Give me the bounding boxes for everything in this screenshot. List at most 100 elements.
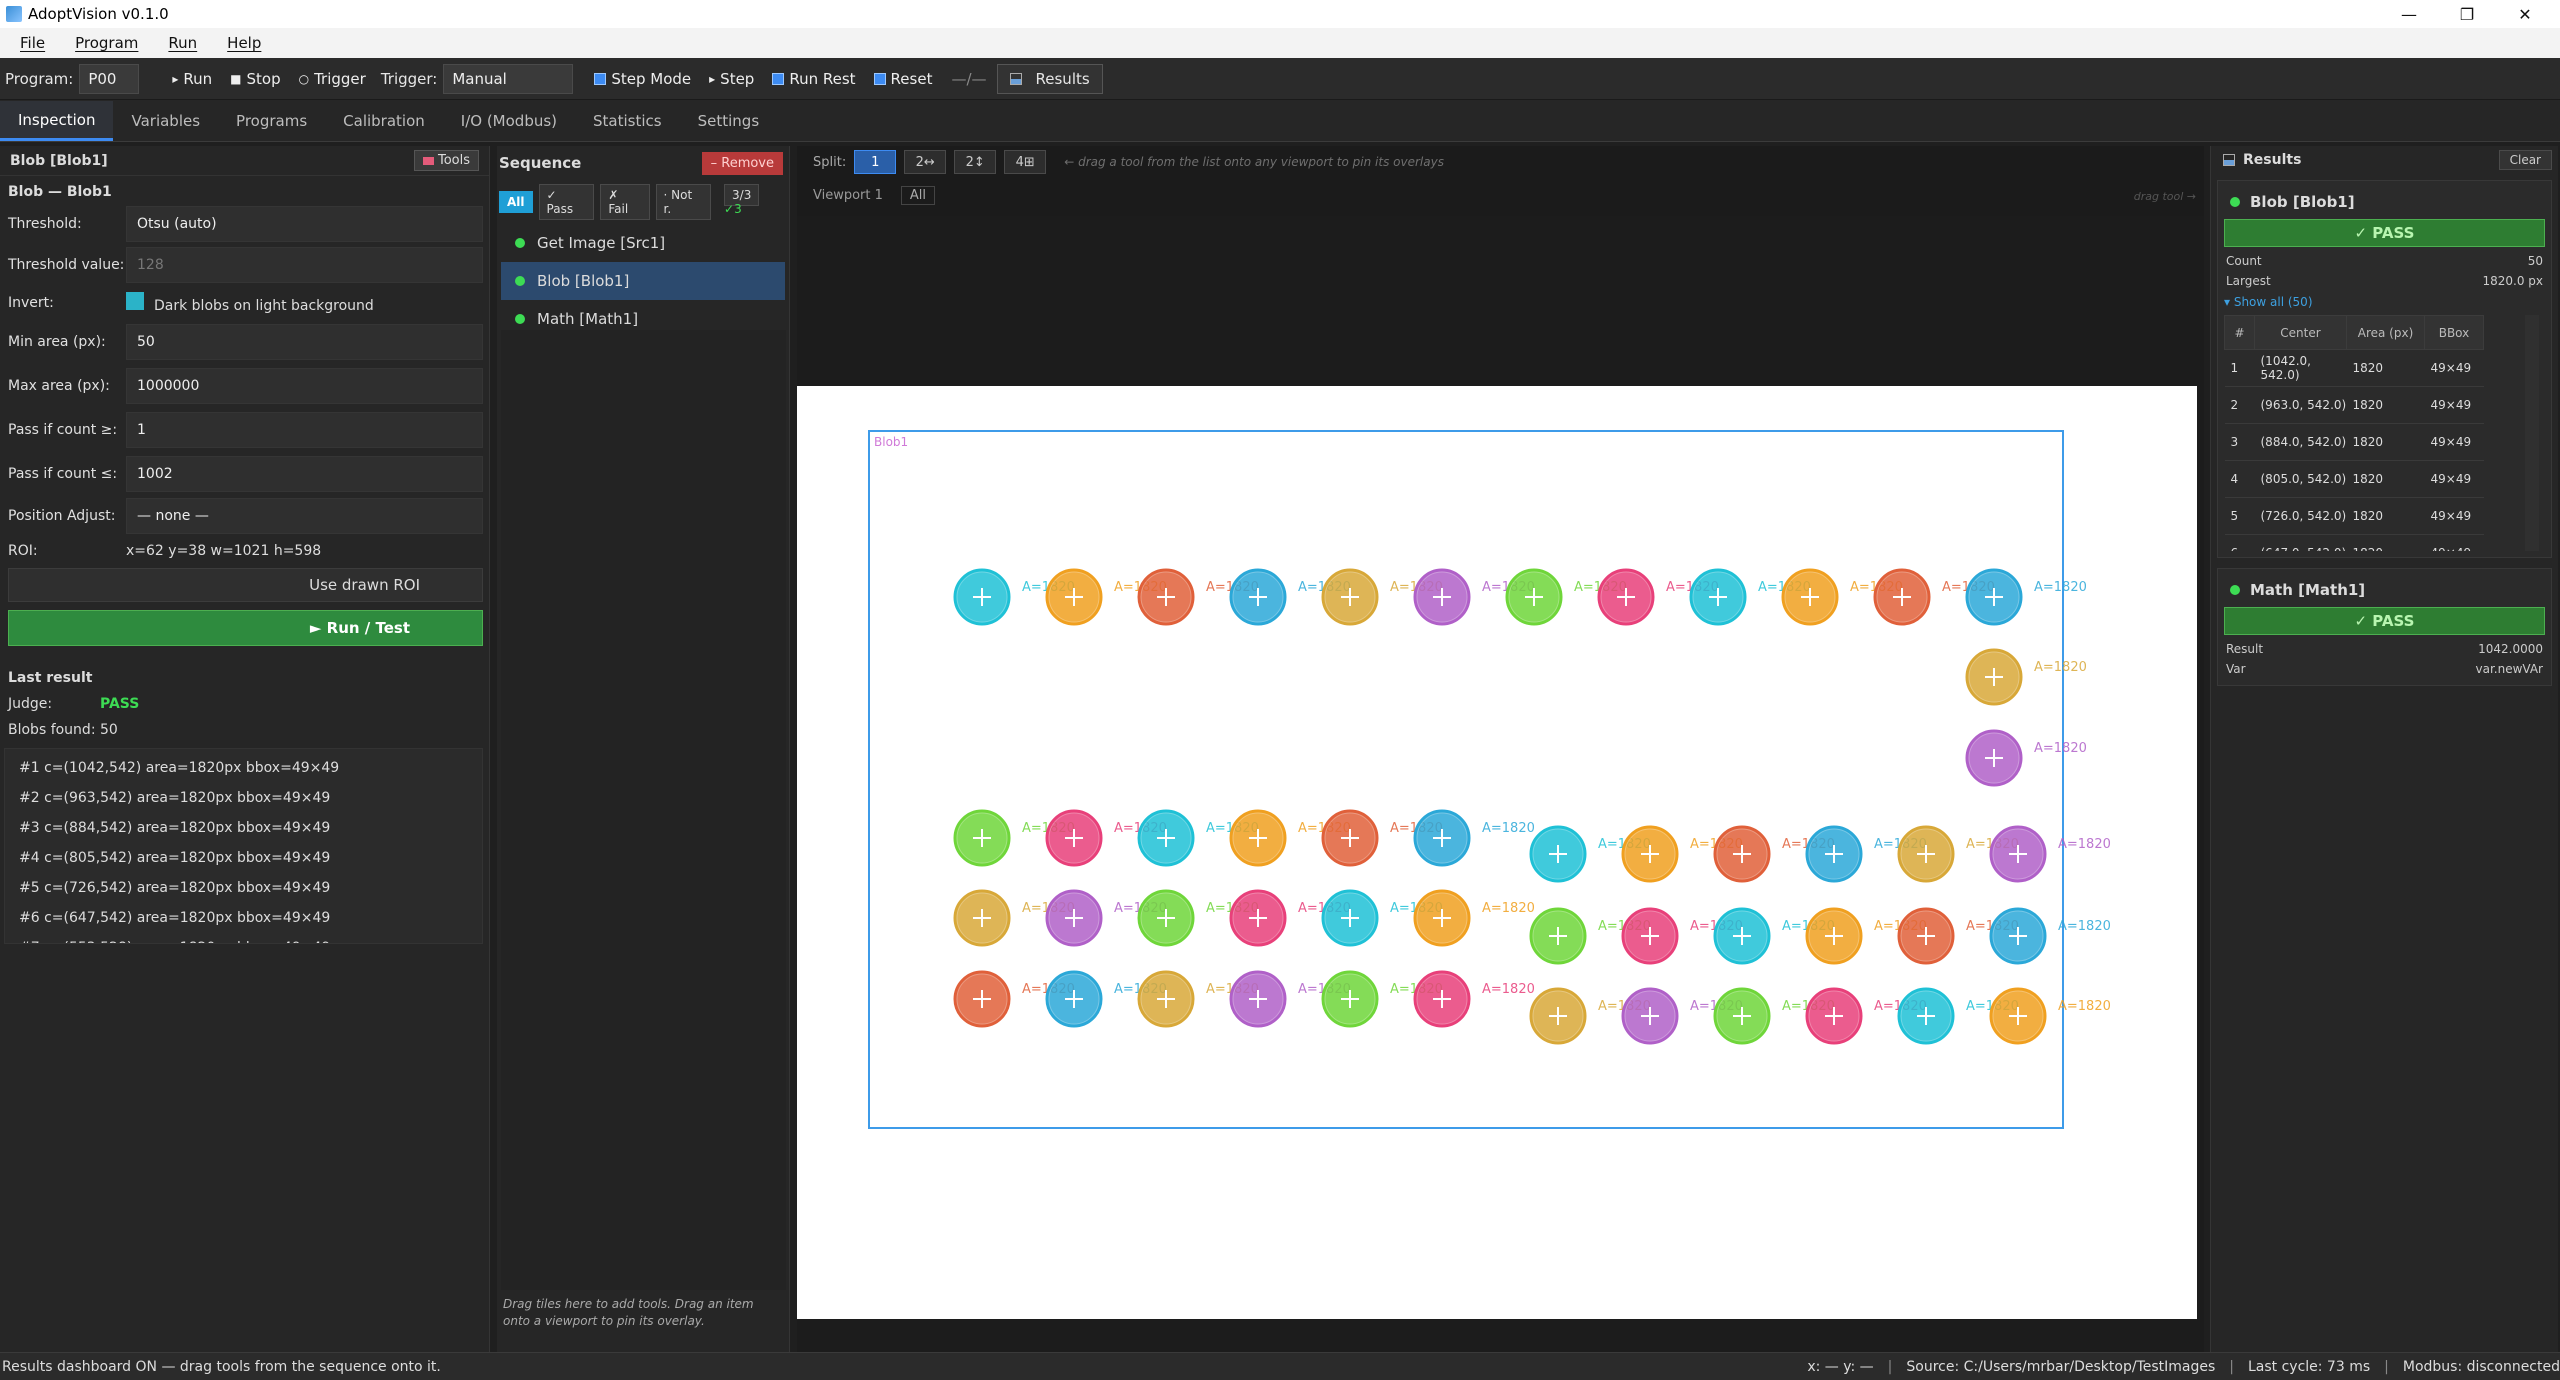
table-cell: 6 (2224, 534, 2255, 551)
image-canvas[interactable]: Blob1 A=1820 A=1820 A=1820 A=1820 A=1820 A=182… (797, 386, 2197, 1319)
threshold-select[interactable]: Otsu (auto) (126, 206, 483, 242)
table-row[interactable]: 2 (963.0, 542.0) 1820 49×49 (2224, 386, 2484, 424)
run-rest-icon (772, 72, 785, 85)
clear-button[interactable]: Clear (2498, 150, 2552, 170)
result-value: 1042.0000 (2478, 642, 2543, 656)
split-4-button[interactable]: 4⊞ (1004, 150, 1047, 174)
tab-settings[interactable]: Settings (680, 101, 778, 141)
split-2h-button[interactable]: 2↔ (904, 150, 947, 174)
step-mode-toggle[interactable]: Step Mode (585, 64, 700, 94)
var-value: var.newVAr (2475, 662, 2544, 676)
drag-hint: drag tool → (2133, 190, 2196, 203)
table-row[interactable]: 4 (805.0, 542.0) 1820 49×49 (2224, 460, 2484, 498)
col-center[interactable]: Center (2254, 315, 2347, 350)
pass-min-field[interactable]: 1 (126, 412, 483, 448)
filter-fail[interactable]: ✗ Fail (600, 184, 650, 220)
menu-run[interactable]: Run (153, 34, 212, 52)
run-button[interactable]: ▸ Run (163, 64, 221, 94)
tab-statistics[interactable]: Statistics (575, 101, 680, 141)
pass-min-row: Pass if count ≥: 1 (0, 408, 489, 452)
col-bbox[interactable]: BBox (2424, 315, 2484, 350)
step-button[interactable]: ▸ Step (700, 64, 763, 94)
filter-pass[interactable]: ✓ Pass (538, 184, 595, 220)
split-1-button[interactable]: 1 (854, 150, 897, 174)
tab-inspection[interactable]: Inspection (0, 101, 114, 141)
viewport-all-button[interactable]: All (900, 185, 936, 205)
sequence-drop-area[interactable] (501, 330, 786, 1290)
menu-file[interactable]: File (0, 34, 60, 52)
list-item: #4 c=(805,542) area=1820px bbox=49×49 (19, 850, 331, 866)
threshold-value-field[interactable]: 128 (126, 247, 483, 283)
tab-variables[interactable]: Variables (113, 101, 218, 141)
area-label: A=1820 (1482, 901, 1535, 916)
results-button[interactable]: Results (996, 63, 1103, 94)
roi-row: ROI: x=62 y=38 w=1021 h=598 (0, 536, 489, 566)
remove-button[interactable]: – Remove (701, 151, 783, 175)
minimize-button[interactable]: — (2380, 0, 2438, 28)
tab-io-modbus[interactable]: I/O (Modbus) (443, 101, 575, 141)
use-drawn-roi-button[interactable]: Use drawn ROI (8, 568, 483, 602)
table-row[interactable]: 6(647.0, 542.0)182049×49 (2224, 534, 2484, 551)
invert-checkbox[interactable]: Dark blobs on light background (126, 292, 489, 314)
blob-results-table: # Center Area (px) BBox 1 (1042.0, 542.0)… (2224, 315, 2484, 551)
blob-pass-badge: ✓ PASS (2224, 219, 2545, 247)
tools-button[interactable]: Tools (413, 150, 479, 171)
step-label: Step (720, 69, 755, 88)
run-rest-button[interactable]: Run Rest (763, 64, 864, 94)
stop-button[interactable]: ■ Stop (221, 64, 289, 94)
sequence-count: 3/3 ✓3 (717, 184, 787, 219)
trigger-mode-select[interactable]: Manual (443, 63, 574, 94)
tab-programs[interactable]: Programs (218, 101, 325, 141)
reset-button[interactable]: Reset (865, 64, 942, 94)
invert-text: Dark blobs on light background (154, 298, 374, 314)
blob-list[interactable]: #1 c=(1042,542) area=1820px bbox=49×49 #… (4, 748, 483, 944)
maximize-button[interactable]: ❐ (2438, 0, 2496, 28)
status-message: Results dashboard ON — drag tools from t… (2, 1358, 441, 1375)
list-item: #1 c=(1042,542) area=1820px bbox=49×49 (19, 760, 340, 776)
filter-not-run[interactable]: · Not r. (655, 184, 712, 220)
largest-value: 1820.0 px (2482, 274, 2543, 288)
chart-icon (1009, 72, 1022, 85)
table-row[interactable]: 3 (884.0, 542.0) 1820 49×49 (2224, 423, 2484, 461)
play-icon: ▸ (172, 71, 179, 86)
max-area-field[interactable]: 1000000 (126, 368, 483, 404)
split-2v-button[interactable]: 2↕ (954, 150, 997, 174)
step-mode-checkbox (594, 72, 607, 85)
sequence-item-get-image[interactable]: Get Image [Src1] (501, 224, 785, 262)
min-area-field[interactable]: 50 (126, 324, 483, 360)
trigger-button[interactable]: ○ Trigger (290, 64, 375, 94)
status-dot (2230, 197, 2240, 207)
list-item: #3 c=(884,542) area=1820px bbox=49×49 (19, 820, 331, 836)
position-adjust-select[interactable]: — none — (126, 498, 483, 534)
table-cell: 2 (2224, 386, 2255, 424)
show-all-toggle[interactable]: ▾ Show all (50) (2224, 295, 2545, 309)
pass-max-field[interactable]: 1002 (126, 456, 483, 492)
col-index[interactable]: # (2224, 315, 2255, 350)
area-label: A=1820 (2034, 660, 2087, 675)
results-title: Results (2243, 152, 2302, 168)
trigger-icon: ○ (298, 71, 310, 86)
largest-row: Largest 1820.0 px (2224, 271, 2545, 291)
col-area[interactable]: Area (px) (2346, 315, 2425, 350)
menu-program[interactable]: Program (60, 34, 153, 52)
area-label: A=1820 (1482, 982, 1535, 997)
sequence-item-blob[interactable]: Blob [Blob1] (501, 262, 785, 300)
tab-calibration[interactable]: Calibration (325, 101, 443, 141)
blobs-found-value: 50 (100, 722, 118, 738)
stop-label: Stop (246, 69, 281, 88)
table-scrollbar[interactable] (2525, 315, 2539, 551)
table-row[interactable]: 5 (726.0, 542.0) 1820 49×49 (2224, 497, 2484, 535)
list-item: #7 c=(553,528) area=1820px bbox=49×49 (19, 933, 482, 943)
threshold-row: Threshold: Otsu (auto) (0, 204, 489, 244)
run-test-button[interactable]: ► Run / Test (8, 610, 483, 646)
filter-all[interactable]: All (499, 191, 533, 213)
table-cell: 3 (2224, 423, 2255, 461)
roi-rectangle (868, 430, 2064, 1129)
program-select[interactable]: P00 (79, 63, 140, 94)
viewport[interactable]: Blob1 A=1820 A=1820 A=1820 A=1820 A=1820 A=182… (797, 216, 2204, 1352)
table-row[interactable]: 1 (1042.0, 542.0) 1820 49×49 (2224, 349, 2484, 387)
results-label: Results (1035, 69, 1090, 88)
menu-help[interactable]: Help (212, 34, 276, 52)
close-button[interactable]: ✕ (2496, 0, 2554, 28)
program-label: Program: (5, 69, 74, 88)
